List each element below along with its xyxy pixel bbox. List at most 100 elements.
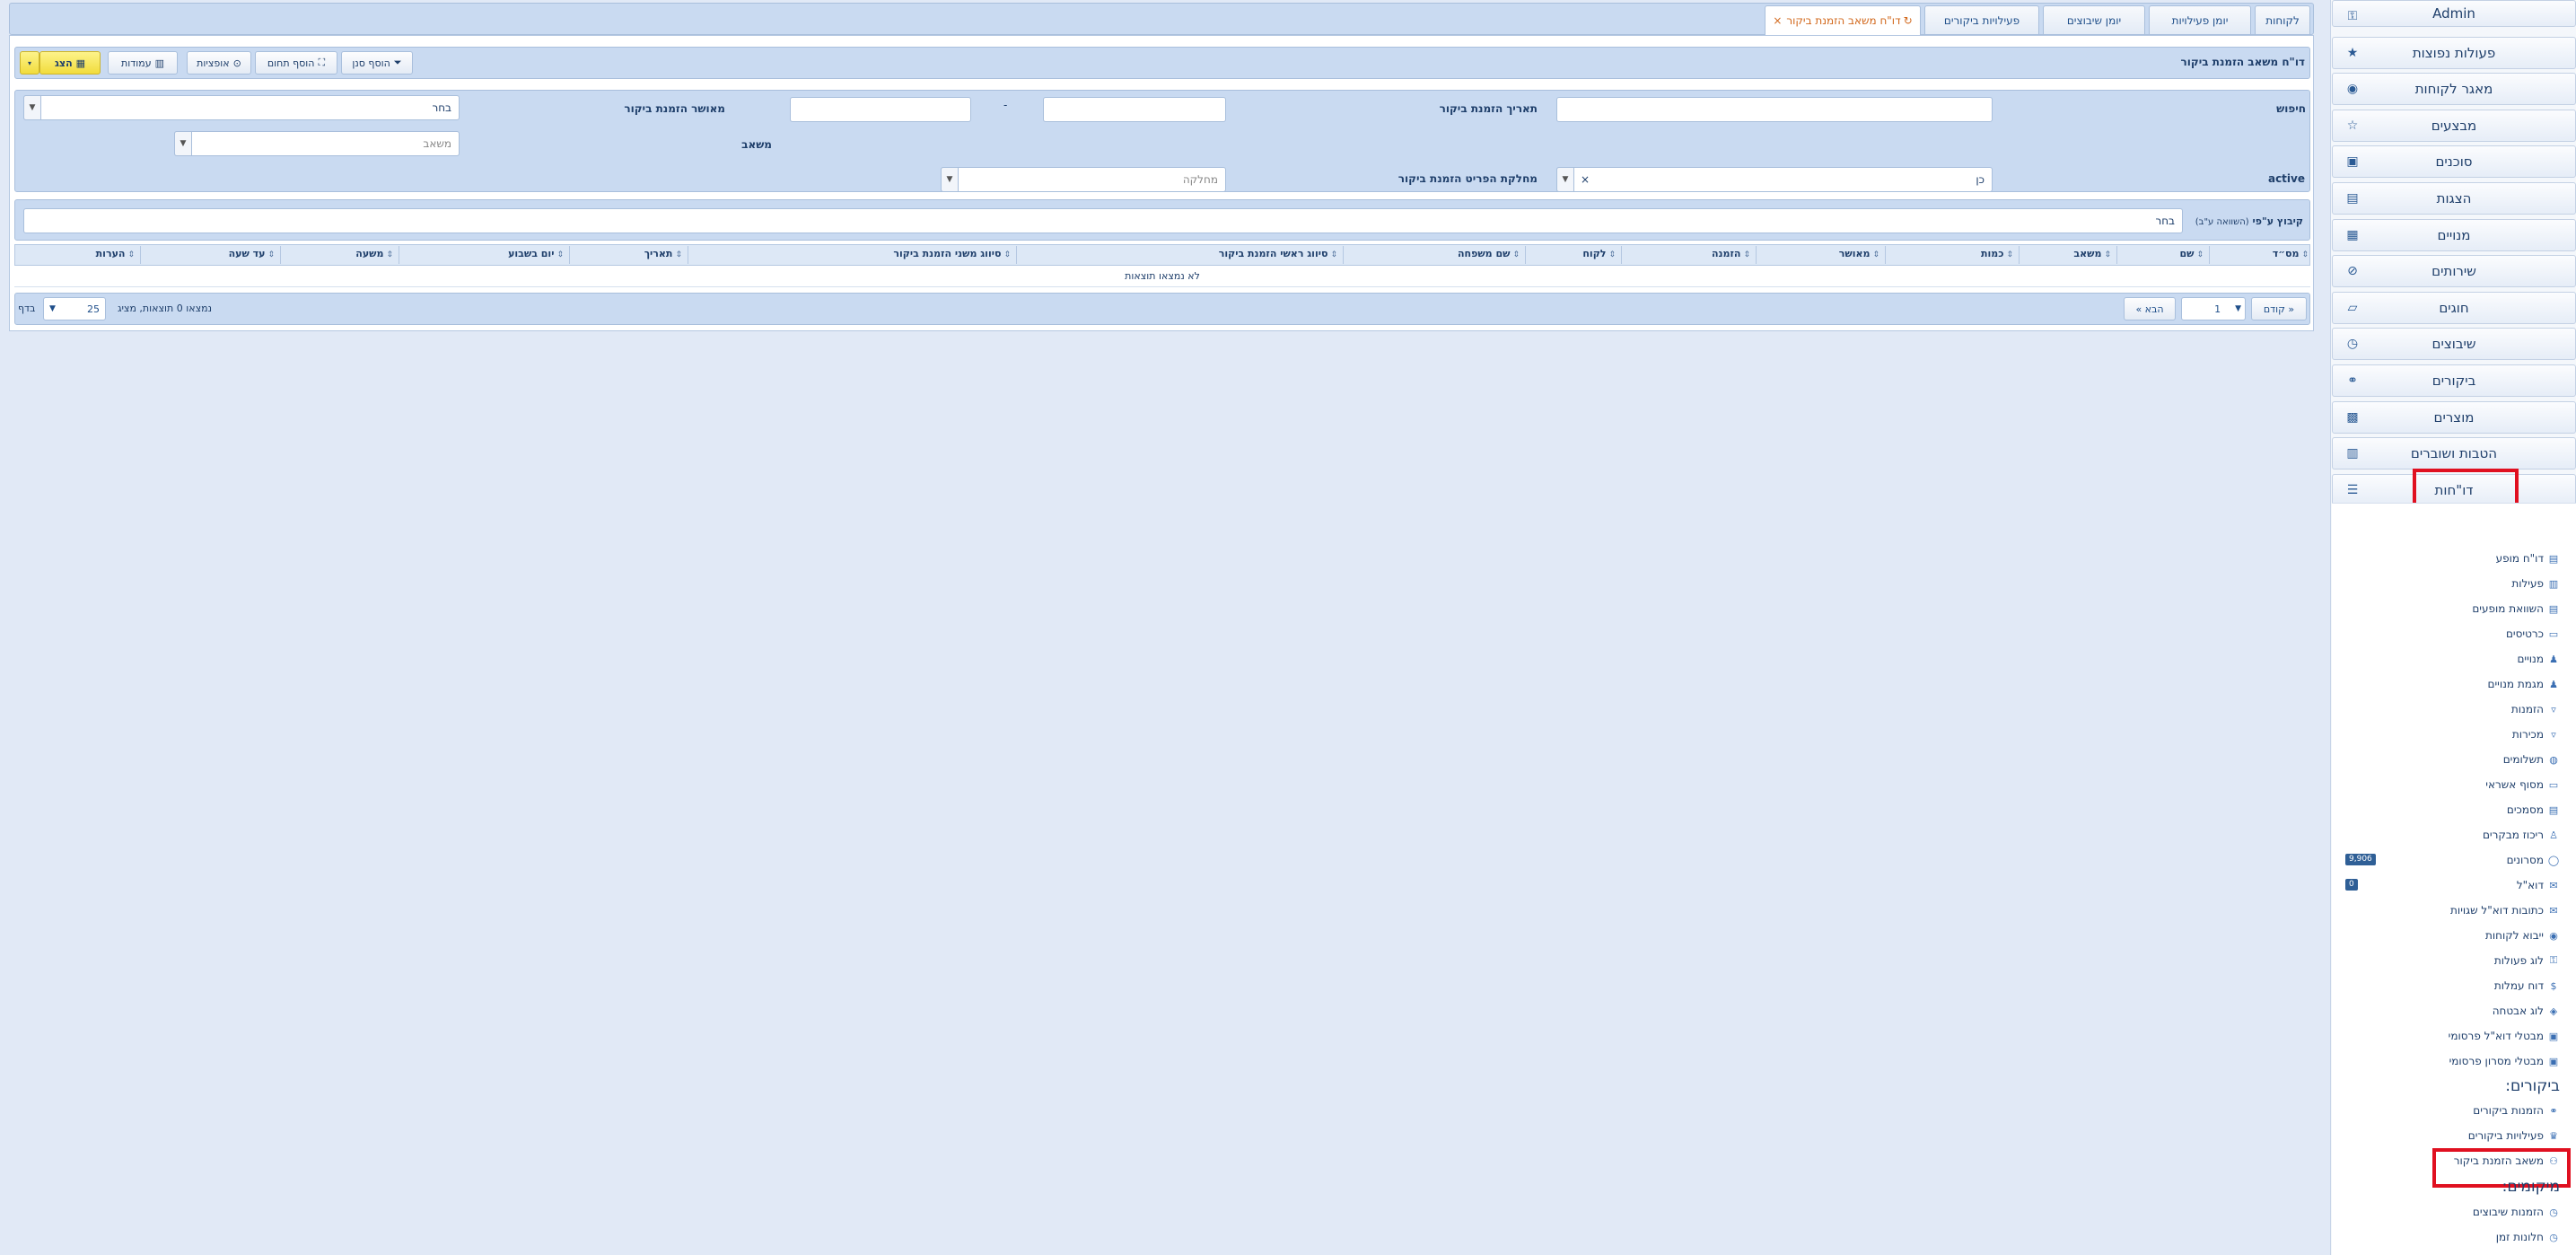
report-item-5[interactable]: ♟ מגמת מנויים [2487,674,2560,694]
column-label: יום בשבוע [508,248,555,259]
report-item-10[interactable]: ▤ מסמכים [2507,800,2560,820]
sidebar-item-9[interactable]: ◷ שיבוצים [2332,328,2576,361]
col-weekday-header[interactable]: ⇕יום בשבוע [508,248,564,259]
grouping-select[interactable]: בחר [23,208,2183,233]
active-select[interactable]: כן × [1556,167,1993,192]
report-item-13[interactable]: ✉ דוא"ל [2517,875,2560,895]
visit-date-to-input[interactable] [790,97,971,122]
col-notes-header[interactable]: ⇕הערות [96,248,135,259]
per-page-select[interactable]: 25 ▼ [43,297,106,320]
col-order-header[interactable]: ⇕הזמנה [1712,248,1750,259]
prev-page-button[interactable]: « קודם [2251,297,2307,320]
add-filter-button[interactable]: ⏷ הוסף סנן [341,51,413,75]
sidebar-item-6[interactable]: ▦ מנויים [2332,218,2576,251]
sidebar-item-5[interactable]: ▤ הצגות [2332,182,2576,215]
gifts-icon: ▥ [2346,446,2359,461]
page-select[interactable]: ▼ 1 [2181,297,2246,320]
report-item-18[interactable]: ◈ לוג אבטחה [2493,1001,2560,1021]
sort-icon: ⇕ [386,250,393,259]
show-button[interactable]: ▦ הצג [39,51,101,75]
sidebar-item-2[interactable]: ◉ מאגר לקוחות [2332,73,2576,106]
sidebar-item-12[interactable]: ▥ הטבות ושוברים [2332,437,2576,470]
close-icon[interactable]: × [1773,14,1782,27]
sidebar-item-7[interactable]: ⊘ שירותים [2332,255,2576,288]
report-item-4[interactable]: ♟ מנויים [2517,649,2560,669]
column-divider [1756,246,1757,264]
resource-select[interactable]: משאב [174,131,460,156]
clear-icon[interactable]: × [1581,173,1590,186]
report-item-0[interactable]: ▤ דו"ח מופע [2496,549,2560,568]
tab-assignment-calendar[interactable]: יומן שיבוצים [2043,5,2145,34]
sidebar-item-3[interactable]: ☆ מבצעים [2332,109,2576,142]
report-item-20[interactable]: ▣ מבטלי מסרון פרסומי [2449,1051,2560,1071]
visit-date-from-input[interactable] [1043,97,1226,122]
chevron-down-icon[interactable]: ▼ [174,131,192,156]
button-label: עמודות [121,57,152,69]
next-page-button[interactable]: הבא » [2124,297,2176,320]
report-item-19[interactable]: ▣ מבטלי דוא"ל פרסומי [2449,1026,2560,1046]
report-item-9[interactable]: ▭ מסוף אשראי [2485,775,2560,794]
submenu-item-label: מסרונים [2506,854,2544,866]
department-select[interactable]: מחלקה [941,167,1226,192]
search-input[interactable] [1556,97,1993,122]
sidebar-item-4[interactable]: ▣ סוכנים [2332,145,2576,179]
col-resource-header[interactable]: ⇕משאב [2073,248,2111,259]
report-item-11[interactable]: ♙ ריכוז מבקרים [2483,825,2560,845]
column-label: הזמנה [1711,248,1741,259]
sidebar-item-10[interactable]: ⚭ ביקורים [2332,364,2576,397]
refresh-icon[interactable]: ↻ [1904,14,1913,27]
col-last-name-header[interactable]: ⇕שם משפחה [1458,248,1520,259]
report-item-3[interactable]: ▭ כרטיסים [2506,624,2560,644]
approver-select[interactable]: בחר [23,95,460,120]
sidebar-item-8[interactable]: ▱ חוגים [2332,291,2576,324]
report-item-2[interactable]: ▤ השוואת מופעים [2472,599,2560,619]
col-serial-header[interactable]: ⇕מס״ד [2273,248,2309,259]
sidebar-item-1[interactable]: ★ פעולות נפוצות [2332,36,2576,69]
sidebar-item-0[interactable]: ⚿ Admin [2332,0,2576,27]
tab-visit-activities[interactable]: פעילויות ביקורים [1924,5,2039,34]
show-dropdown-button[interactable]: ▾ [20,51,39,75]
link-icon: ⊘ [2347,264,2358,279]
visits-item-1[interactable]: ♛ פעילויות ביקורים [2468,1126,2560,1145]
sort-icon: ⇕ [1743,250,1750,259]
col-primary-category-header[interactable]: ⇕סיווג ראשי הזמנת ביקור [1219,248,1337,259]
locations-item-1[interactable]: ◷ חלונות זמן [2496,1227,2560,1247]
col-customer-header[interactable]: ⇕לקוח [1582,248,1616,259]
col-to-time-header[interactable]: ⇕עד שעה [229,248,275,259]
locations-item-0[interactable]: ◷ הזמנות שיבוצים [2473,1202,2560,1222]
tab-customers[interactable]: לקוחות [2255,5,2310,34]
options-button[interactable]: ⊙ אופציות [187,51,251,75]
visits-heading: ביקורים: [2505,1077,2560,1095]
resource-label: משאב [741,138,772,151]
visits-item-0[interactable]: ⚭ הזמנות ביקורים [2473,1101,2560,1120]
columns-button[interactable]: ▥ עמודות [108,51,178,75]
tab-visit-resource-report[interactable]: ↻ דו"ח משאב הזמנת ביקור × [1765,5,1921,35]
chevron-down-icon[interactable]: ▼ [23,95,41,120]
report-item-12[interactable]: ◯ מסרונים [2507,850,2560,870]
report-item-17[interactable]: $ דוח עמלות [2494,976,2560,996]
col-date-header[interactable]: ⇕תאריך [644,248,682,259]
chevron-down-icon[interactable]: ▼ [941,167,959,192]
report-item-14[interactable]: ✉ כתובות דוא"ל שגויות [2450,900,2560,920]
chevron-down-icon[interactable]: ▼ [1556,167,1574,192]
filter-icon: ⏷ [393,57,402,68]
locations-heading: מיקומים: [2502,1178,2560,1196]
chevron-down-icon: ▼ [49,304,56,313]
report-item-6[interactable]: ▿ הזמנות [2511,699,2560,719]
report-item-16[interactable]: ⚿ לוג פעולות [2494,951,2560,970]
tab-activity-calendar[interactable]: יומן פעילויות [2149,5,2251,34]
sidebar-item-11[interactable]: ▩ מוצרים [2332,400,2576,434]
report-item-1[interactable]: ▥ פעילות [2511,574,2560,593]
report-item-7[interactable]: ▿ מכירות [2512,724,2560,744]
col-name-header[interactable]: ⇕שם [2179,248,2204,259]
report-item-15[interactable]: ◉ ייבוא לקוחות [2485,926,2560,945]
report-item-8[interactable]: ◍ תשלומים [2503,750,2560,769]
column-divider [280,246,281,264]
sort-icon: ⇕ [2006,250,2013,259]
add-range-button[interactable]: ⛶ הוסף תחום [255,51,337,75]
col-from-time-header[interactable]: ⇕משעה [355,248,393,259]
submenu-item-label: מסמכים [2506,803,2544,816]
col-approved-header[interactable]: ⇕מאושר [1839,248,1879,259]
col-secondary-category-header[interactable]: ⇕סיווג משני הזמנת ביקור [893,248,1011,259]
col-quantity-header[interactable]: ⇕כמות [1981,248,2013,259]
